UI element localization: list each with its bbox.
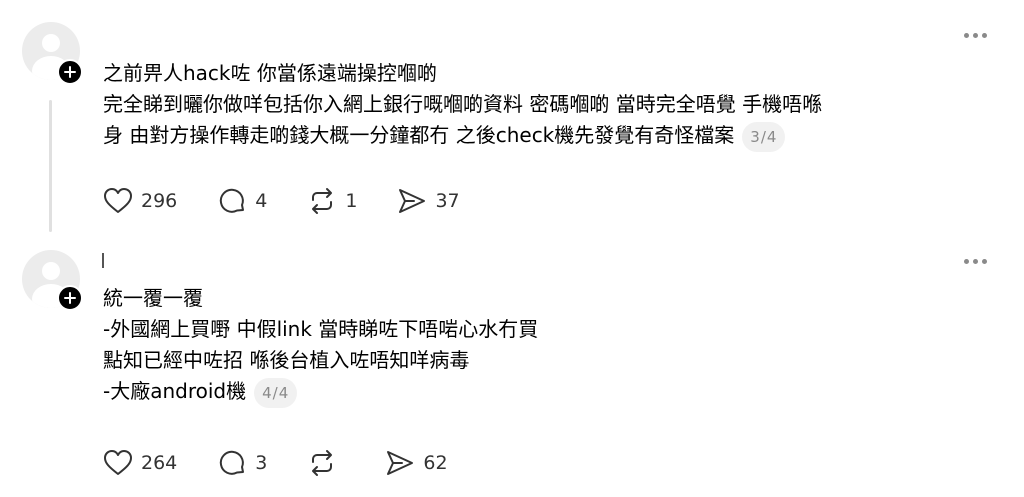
reply-button[interactable]: 3 (217, 448, 267, 478)
send-icon (399, 189, 426, 213)
repost-icon (312, 188, 333, 214)
page-badge: 4/4 (254, 377, 298, 408)
share-button[interactable]: 37 (397, 186, 460, 216)
repost-button[interactable]: 1 (307, 186, 357, 216)
repost-button[interactable] (307, 448, 345, 478)
text-cursor (102, 253, 104, 268)
action-bar: 264 3 62 (103, 448, 488, 478)
post-line: 點知已經中咗招 喺後台植入咗唔知咩病毒 (103, 348, 470, 372)
follow-plus-icon[interactable] (57, 285, 83, 311)
comment-icon (220, 450, 245, 475)
post-line: 身 由對方操作轉走啲錢大概一分鐘都冇 之後check機先發覺有奇怪檔案 3/4 (103, 120, 1003, 152)
thread-line (49, 100, 52, 232)
post-line: -大廠android機 4/4 (103, 376, 1003, 408)
share-button[interactable]: 62 (385, 448, 448, 478)
reply-count: 3 (255, 452, 268, 474)
send-icon (387, 451, 414, 475)
comment-icon (220, 188, 245, 213)
post-line: 完全睇到曬你做咩包括你入網上銀行嘅嗰啲資料 密碼嗰啲 當時完全唔覺 手機唔喺 (103, 92, 823, 116)
heart-icon (104, 188, 132, 213)
post-line: 之前畀人hack咗 你當係遠端操控嗰啲 (103, 61, 437, 85)
like-button[interactable]: 264 (103, 449, 177, 477)
like-button[interactable]: 296 (103, 187, 177, 215)
post-line: -外國網上買嘢 中假link 當時睇咗下唔啱心水冇買 (103, 317, 539, 341)
reply-button[interactable]: 4 (217, 186, 267, 216)
share-count: 37 (435, 190, 460, 212)
like-count: 296 (141, 190, 178, 212)
repost-count: 1 (345, 190, 358, 212)
post-line: 統一覆一覆 (103, 286, 203, 310)
post-body: 之前畀人hack咗 你當係遠端操控嗰啲 完全睇到曬你做咩包括你入網上銀行嘅嗰啲資… (103, 58, 1003, 152)
post-body: 統一覆一覆 -外國網上買嘢 中假link 當時睇咗下唔啱心水冇買 點知已經中咗招… (103, 283, 1003, 408)
share-count: 62 (423, 452, 448, 474)
more-icon[interactable] (964, 33, 987, 38)
more-icon[interactable] (964, 259, 987, 264)
repost-icon (312, 450, 333, 476)
like-count: 264 (141, 452, 178, 474)
action-bar: 296 4 1 37 (103, 186, 500, 216)
reply-count: 4 (255, 190, 268, 212)
follow-plus-icon[interactable] (57, 59, 83, 85)
heart-icon (104, 450, 132, 475)
page-badge: 3/4 (742, 121, 786, 152)
